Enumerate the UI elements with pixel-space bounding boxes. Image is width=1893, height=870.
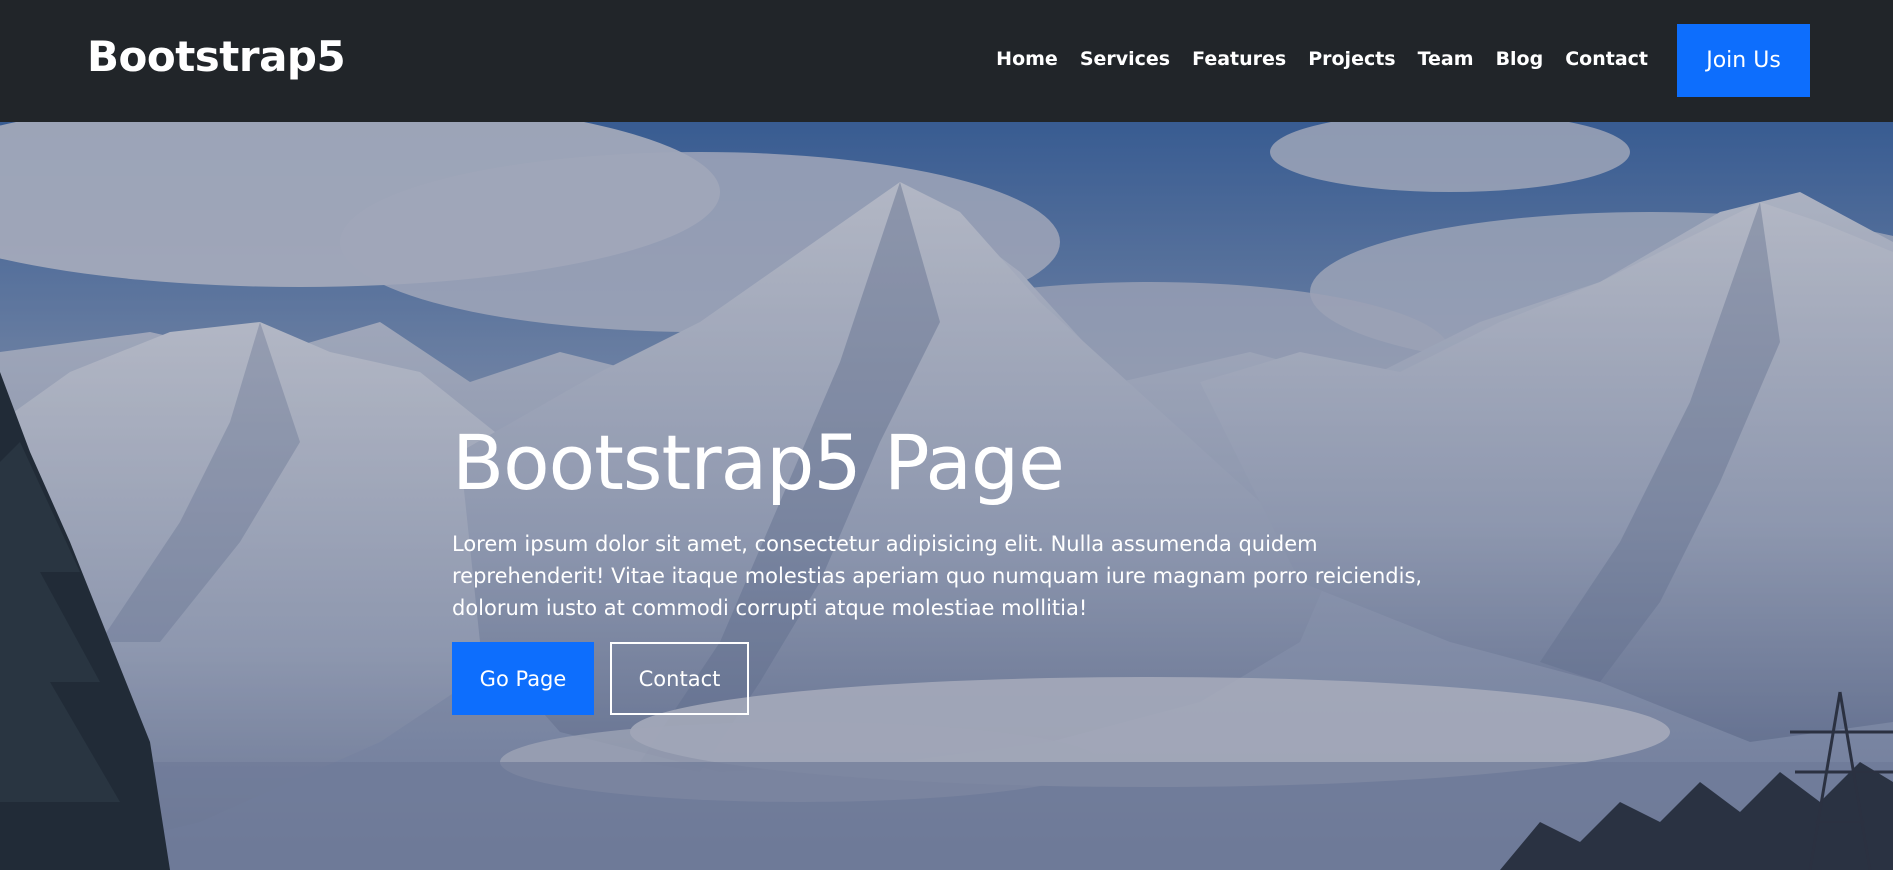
go-page-button[interactable]: Go Page	[452, 642, 594, 715]
nav-link-services[interactable]: Services	[1069, 44, 1181, 74]
contact-button[interactable]: Contact	[610, 642, 749, 715]
brand-logo[interactable]: Bootstrap5	[87, 28, 346, 86]
nav-link-projects[interactable]: Projects	[1297, 44, 1406, 74]
nav-link-home[interactable]: Home	[985, 44, 1069, 74]
hero-buttons: Go Page Contact	[452, 642, 1472, 715]
hero-section: Bootstrap5 Page Lorem ipsum dolor sit am…	[0, 122, 1893, 870]
hero-description: Lorem ipsum dolor sit amet, consectetur …	[452, 532, 1423, 620]
nav-link-team[interactable]: Team	[1407, 44, 1485, 74]
hero-content: Bootstrap5 Page Lorem ipsum dolor sit am…	[452, 418, 1472, 715]
hero-title: Bootstrap5 Page	[452, 418, 1065, 507]
nav-link-blog[interactable]: Blog	[1485, 44, 1555, 74]
nav-links: Home Services Features Projects Team Blo…	[985, 44, 1659, 74]
nav-link-features[interactable]: Features	[1181, 44, 1297, 74]
navbar: Bootstrap5 Home Services Features Projec…	[0, 0, 1893, 122]
join-us-button[interactable]: Join Us	[1677, 24, 1810, 97]
nav-link-contact[interactable]: Contact	[1554, 44, 1659, 74]
